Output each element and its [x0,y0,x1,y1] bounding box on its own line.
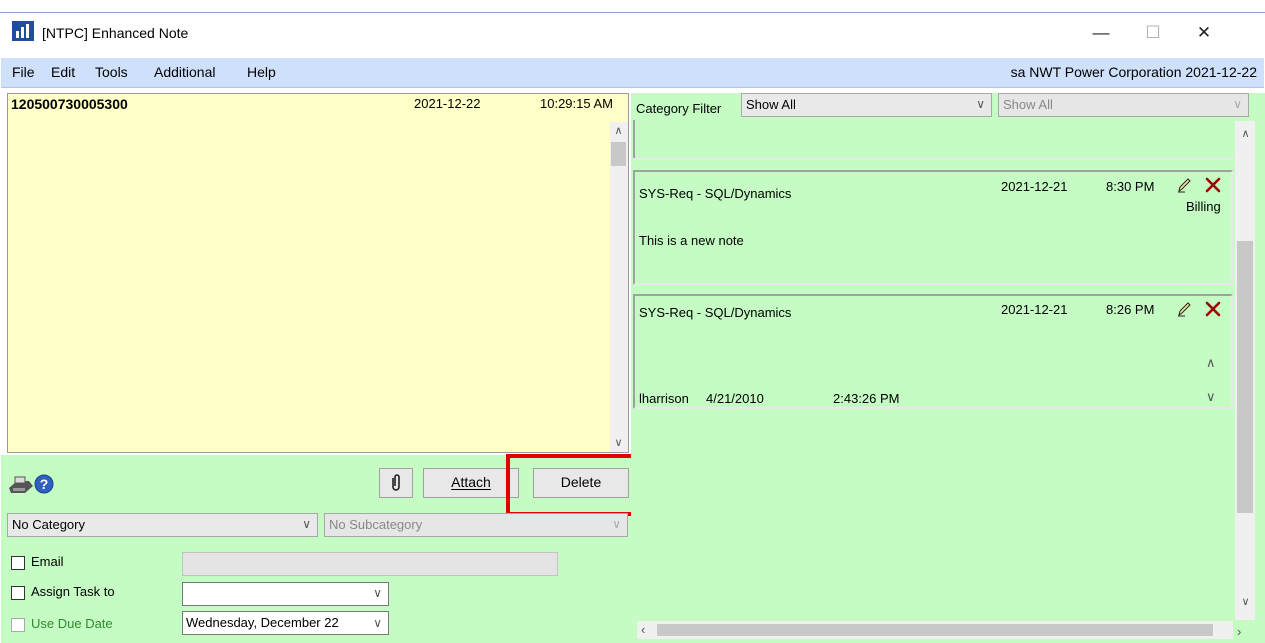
window-title: [NTPC] Enhanced Note [42,25,189,41]
chevron-up-icon[interactable]: ∧ [1237,127,1254,140]
category-select[interactable]: No Category ∨ [7,513,318,537]
scroll-thumb[interactable] [657,624,1213,636]
edit-icon[interactable] [1176,176,1192,194]
subcategory-value: No Subcategory [329,517,423,532]
card-edge [633,120,635,160]
category-filter-value: Show All [746,97,796,112]
attach-button[interactable]: Attach [423,468,519,498]
chevron-up-icon[interactable]: ∧ [610,124,627,137]
note-card-category: SYS-Req - SQL/Dynamics [639,305,792,320]
note-card-text: This is a new note [639,233,744,248]
delete-note-icon[interactable] [1204,300,1222,318]
email-label: Email [31,554,64,569]
email-field[interactable] [182,552,558,576]
note-body-textarea[interactable] [7,117,629,453]
chevron-down-icon: ∨ [373,586,382,600]
category-value: No Category [12,517,85,532]
chevron-down-icon: ∨ [1233,97,1242,111]
assign-task-select[interactable]: ∨ [182,582,389,606]
delete-note-icon[interactable] [1204,176,1222,194]
note-card-time: 8:26 PM [1106,302,1155,317]
printer-icon[interactable] [7,474,35,496]
chevron-down-icon: ∨ [373,616,382,630]
note-card-user-date: 4/21/2010 [706,391,764,406]
card-edge-bottom [633,158,1234,160]
category-filter-label: Category Filter [636,101,722,116]
chevron-up-icon[interactable]: ∧ [1206,355,1216,371]
user-info: sa NWT Power Corporation 2021-12-22 [1010,64,1257,80]
chevron-down-icon: ∨ [976,97,985,111]
note-card-user: lharrison [639,391,689,406]
note-card-user-time: 2:43:26 PM [833,391,900,406]
scroll-thumb[interactable] [1237,241,1253,513]
menu-tools[interactable]: Tools [95,64,128,80]
due-date-checkbox[interactable] [11,618,25,632]
note-card-tag: Billing [1186,199,1221,214]
subcategory-filter-select[interactable]: Show All ∨ [998,93,1249,117]
category-filter-select[interactable]: Show All ∨ [741,93,992,117]
menu-file[interactable]: File [12,64,35,80]
due-date-label: Use Due Date [31,616,113,631]
menu-help[interactable]: Help [247,64,276,80]
close-button[interactable]: ✕ [1189,22,1219,44]
paperclip-icon [392,474,400,491]
maximize-button[interactable]: ☐ [1138,22,1168,44]
title-bar [0,12,1265,56]
note-card-time: 8:30 PM [1106,179,1155,194]
attach-label: Attach [451,474,491,490]
notes-horizontal-scrollbar[interactable]: ‹ [637,621,1233,639]
chevron-right-icon[interactable]: › [1237,624,1241,639]
note-card-date: 2021-12-21 [1001,179,1068,194]
edit-icon[interactable] [1176,300,1192,318]
chevron-down-icon[interactable]: ∨ [610,436,627,449]
due-date-picker[interactable]: Wednesday, December 22 ∨ [182,611,389,635]
chevron-down-icon: ∨ [302,517,311,531]
chevron-down-icon: ∨ [612,517,621,531]
app-icon [12,21,34,41]
note-id: 120500730005300 [11,96,128,112]
note-scrollbar[interactable]: ∧ ∨ [610,122,628,452]
note-card-category: SYS-Req - SQL/Dynamics [639,186,792,201]
scroll-thumb[interactable] [611,142,626,166]
subcategory-select[interactable]: No Subcategory ∨ [324,513,628,537]
attach-icon-button[interactable] [379,468,413,498]
due-date-value: Wednesday, December 22 [186,615,339,630]
assign-task-checkbox[interactable] [11,586,25,600]
notes-vertical-scrollbar[interactable]: ∧ ∨ [1235,121,1255,620]
menu-edit[interactable]: Edit [51,64,75,80]
note-card-date: 2021-12-21 [1001,302,1068,317]
menu-additional[interactable]: Additional [154,64,216,80]
chevron-down-icon[interactable]: ∨ [1206,389,1216,405]
minimize-button[interactable]: — [1086,22,1116,44]
note-date: 2021-12-22 [414,96,481,111]
note-time: 10:29:15 AM [540,96,613,111]
help-icon[interactable]: ? [34,474,54,494]
chevron-left-icon[interactable]: ‹ [641,622,645,637]
email-checkbox[interactable] [11,556,25,570]
subcategory-filter-value: Show All [1003,97,1053,112]
svg-text:?: ? [40,476,49,492]
assign-task-label: Assign Task to [31,584,115,599]
chevron-down-icon[interactable]: ∨ [1237,595,1254,608]
